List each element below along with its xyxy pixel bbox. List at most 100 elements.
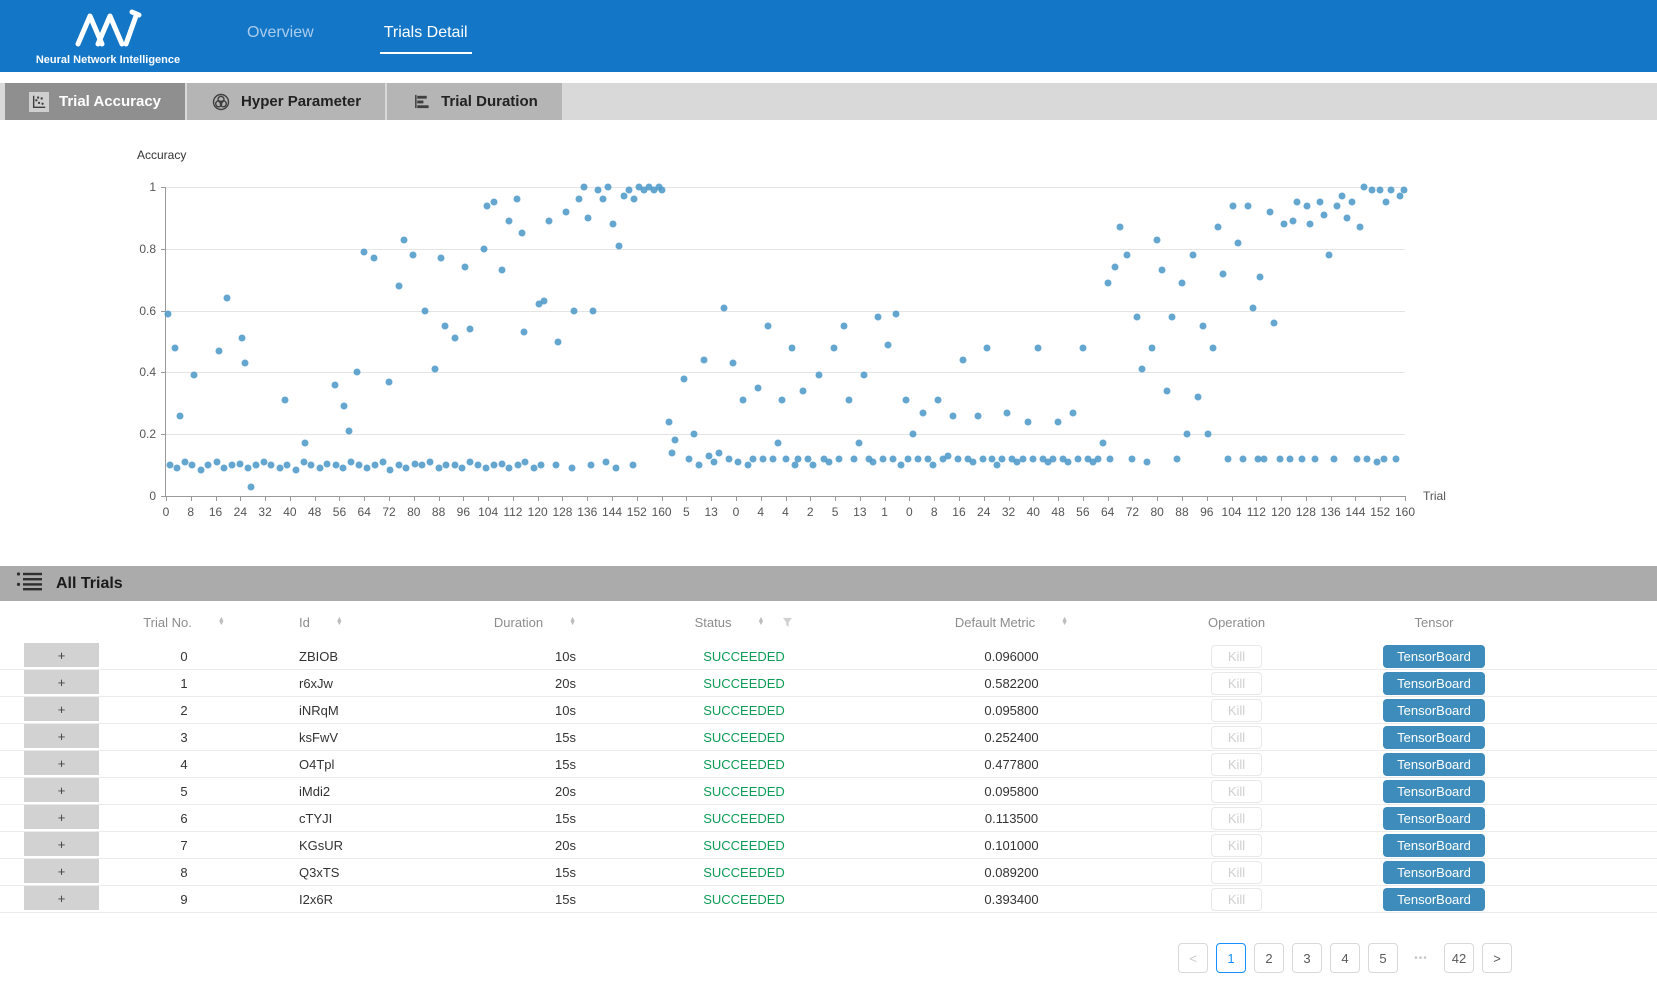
scatter-point (400, 236, 407, 243)
row-expander-button[interactable]: + (24, 670, 99, 696)
sort-arrows-icon[interactable]: ▲▼ (218, 618, 225, 626)
scatter-point (1304, 202, 1311, 209)
kill-button[interactable]: Kill (1211, 726, 1262, 749)
row-expander-button[interactable]: + (24, 886, 99, 912)
kill-button[interactable]: Kill (1211, 861, 1262, 884)
x-tick-label: 136 (577, 505, 597, 519)
tensorboard-button[interactable]: TensorBoard (1383, 861, 1485, 884)
x-tick-mark (1281, 496, 1282, 501)
sort-arrows-icon[interactable]: ▲▼ (757, 618, 764, 626)
scatter-point (165, 310, 172, 317)
kill-button[interactable]: Kill (1211, 834, 1262, 857)
scatter-point (1107, 455, 1114, 462)
x-tick-label: 16 (952, 505, 965, 519)
scatter-point (999, 455, 1006, 462)
scatter-point (1204, 431, 1211, 438)
kill-button[interactable]: Kill (1211, 645, 1262, 668)
cell-tensor: TensorBoard (1334, 805, 1534, 831)
column-header-status[interactable]: Status ▲▼ (604, 615, 884, 630)
tensorboard-button[interactable]: TensorBoard (1383, 834, 1485, 857)
column-header-label: Status (695, 615, 732, 630)
scatter-point (332, 462, 339, 469)
scatter-point (1299, 455, 1306, 462)
nni-logo[interactable]: Neural Network Intelligence (28, 7, 188, 66)
page-button-42[interactable]: 42 (1444, 943, 1474, 973)
scatter-point (238, 335, 245, 342)
page-button-2[interactable]: 2 (1254, 943, 1284, 973)
x-tick-label: 4 (757, 505, 764, 519)
column-header-default-metric[interactable]: Default Metric▲▼ (884, 615, 1139, 630)
cell-default-metric: 0.089200 (884, 859, 1139, 885)
scatter-point (301, 440, 308, 447)
nav-tab-trials-detail[interactable]: Trials Detail (380, 18, 472, 54)
tab-hyper-parameter[interactable]: Hyper Parameter (187, 83, 385, 120)
sort-arrows-icon[interactable]: ▲▼ (569, 618, 576, 626)
view-tab-strip: Trial Accuracy Hyper Parameter Trial Dur… (0, 83, 1657, 120)
tab-trial-accuracy[interactable]: Trial Accuracy (5, 83, 185, 120)
tensorboard-button[interactable]: TensorBoard (1383, 888, 1485, 911)
sort-arrows-icon[interactable]: ▲▼ (336, 618, 343, 626)
row-expander-button[interactable]: + (24, 724, 99, 750)
column-header-id[interactable]: Id▲▼ (269, 615, 434, 630)
cell-duration: 20s (434, 778, 604, 804)
kill-button[interactable]: Kill (1211, 888, 1262, 911)
page-button-1[interactable]: 1 (1216, 943, 1246, 973)
x-tick-mark (786, 496, 787, 501)
x-tick-label: 120 (528, 505, 548, 519)
tab-trial-duration[interactable]: Trial Duration (387, 83, 562, 120)
scatter-point (1069, 409, 1076, 416)
cell-trial-id: ksFwV (269, 724, 434, 750)
nav-tab-overview[interactable]: Overview (243, 18, 318, 54)
tensorboard-button[interactable]: TensorBoard (1383, 780, 1485, 803)
column-header-tensor: Tensor (1334, 615, 1534, 630)
tensorboard-button[interactable]: TensorBoard (1383, 672, 1485, 695)
scatter-point (658, 187, 665, 194)
tensorboard-button[interactable]: TensorBoard (1383, 699, 1485, 722)
x-tick-label: 24 (977, 505, 990, 519)
column-header-duration[interactable]: Duration▲▼ (434, 615, 604, 630)
kill-button[interactable]: Kill (1211, 807, 1262, 830)
page-button-3[interactable]: 3 (1292, 943, 1322, 973)
scatter-point (680, 375, 687, 382)
scatter-point (216, 347, 223, 354)
scatter-point (666, 418, 673, 425)
next-page-button[interactable]: > (1482, 943, 1512, 973)
column-header-trial-no-[interactable]: Trial No.▲▼ (99, 615, 269, 630)
row-expander-button[interactable]: + (24, 778, 99, 804)
filter-funnel-icon[interactable] (782, 617, 793, 628)
row-expander-button[interactable]: + (24, 859, 99, 885)
row-expander-button[interactable]: + (24, 643, 99, 669)
kill-button[interactable]: Kill (1211, 699, 1262, 722)
scatter-point (441, 323, 448, 330)
tensorboard-button[interactable]: TensorBoard (1383, 726, 1485, 749)
tensorboard-button[interactable]: TensorBoard (1383, 807, 1485, 830)
scatter-point (760, 455, 767, 462)
x-tick-label: 64 (1101, 505, 1114, 519)
row-expander-button[interactable]: + (24, 751, 99, 777)
scatter-point (580, 184, 587, 191)
scatter-point (602, 459, 609, 466)
x-tick-label: 0 (906, 505, 913, 519)
tensorboard-button[interactable]: TensorBoard (1383, 645, 1485, 668)
row-expander-button[interactable]: + (24, 832, 99, 858)
kill-button[interactable]: Kill (1211, 753, 1262, 776)
page-button-4[interactable]: 4 (1330, 943, 1360, 973)
scatter-point (1224, 455, 1231, 462)
x-tick-label: 0 (733, 505, 740, 519)
cell-trial-no: 3 (99, 724, 269, 750)
scatter-point (969, 459, 976, 466)
x-tick-label: 136 (1321, 505, 1341, 519)
scatter-point (1117, 224, 1124, 231)
x-tick-mark (984, 496, 985, 501)
row-expander-button[interactable]: + (24, 805, 99, 831)
kill-button[interactable]: Kill (1211, 780, 1262, 803)
x-tick-label: 56 (1076, 505, 1089, 519)
sort-arrows-icon[interactable]: ▲▼ (1061, 618, 1068, 626)
tensorboard-button[interactable]: TensorBoard (1383, 753, 1485, 776)
scatter-point (1234, 239, 1241, 246)
row-expander-button[interactable]: + (24, 697, 99, 723)
kill-button[interactable]: Kill (1211, 672, 1262, 695)
page-button-5[interactable]: 5 (1368, 943, 1398, 973)
x-tick-label: 104 (1222, 505, 1242, 519)
trials-table: Trial No.▲▼Id▲▼Duration▲▼Status▲▼Default… (0, 601, 1657, 913)
